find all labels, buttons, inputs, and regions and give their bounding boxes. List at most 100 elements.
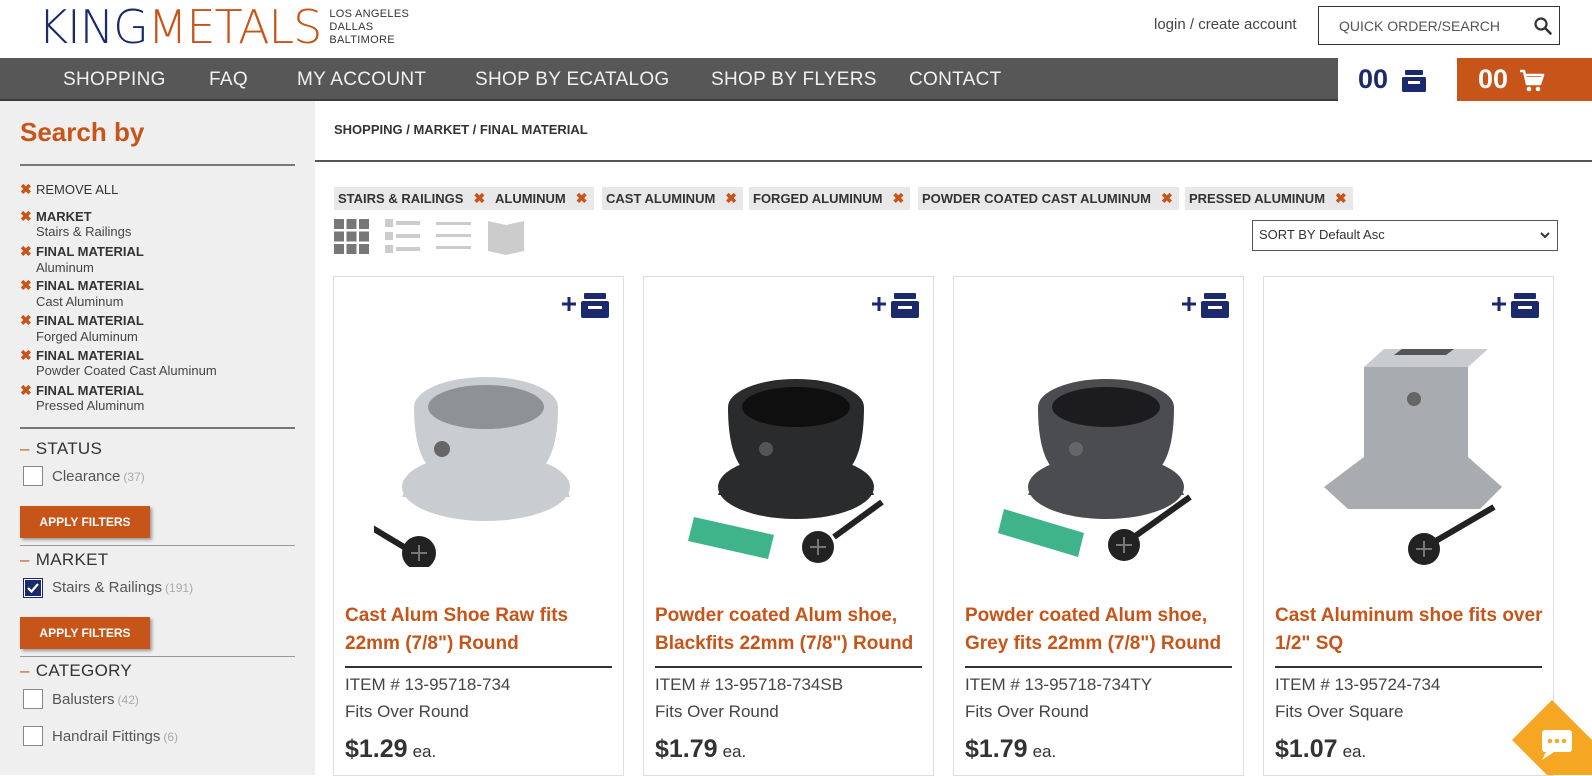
apply-filters-button[interactable]: APPLY FILTERS — [20, 617, 150, 649]
product-image[interactable] — [684, 337, 894, 567]
remove-all-link[interactable]: REMOVE ALL — [36, 182, 118, 197]
city: BALTIMORE — [329, 33, 395, 46]
cart-button[interactable]: 00 — [1457, 58, 1592, 101]
balusters-option[interactable]: Balusters (42) — [52, 691, 139, 708]
stairs-railings-checkbox[interactable] — [23, 578, 43, 598]
filter-chip: ALUMINUM ✖ — [491, 187, 594, 210]
grid-view-icon[interactable] — [334, 219, 369, 254]
chip-remove-icon[interactable]: ✖ — [893, 190, 905, 207]
logo[interactable]: KING METALS LOS ANGELES DALLAS BALTIMORE — [38, 2, 409, 52]
login-link[interactable]: login / create account — [1154, 16, 1297, 33]
chip-remove-icon[interactable]: ✖ — [1335, 190, 1347, 207]
divider — [965, 666, 1232, 668]
option-count: (37) — [123, 470, 145, 484]
shoe-opening — [1052, 387, 1160, 427]
balusters-checkbox[interactable] — [23, 689, 43, 709]
filter-chip: PRESSED ALUMINUM ✖ — [1185, 187, 1353, 210]
divider — [20, 656, 295, 657]
product-price: $1.29 ea. — [345, 735, 436, 764]
nav-shop-by-ecatalog[interactable]: SHOP BY ECATALOG — [475, 69, 670, 91]
nav-my-account[interactable]: MY ACCOUNT — [297, 69, 426, 91]
chip-remove-icon[interactable]: ✖ — [725, 190, 737, 207]
logo-cities: LOS ANGELES DALLAS BALTIMORE — [329, 8, 409, 47]
filter-value: Forged Aluminum — [36, 329, 138, 344]
catalog-view-icon[interactable] — [488, 219, 524, 255]
product-card[interactable]: Powder coated Alum shoe, Grey fits 22mm … — [953, 276, 1244, 776]
product-name[interactable]: Cast Aluminum shoe fits over 1/2" SQ — [1275, 602, 1550, 658]
product-card[interactable]: Powder coated Alum shoe, Blackfits 22mm … — [643, 276, 934, 776]
search-icon[interactable] — [1533, 16, 1553, 36]
chat-widget-button[interactable] — [1512, 700, 1592, 775]
handrail-fittings-checkbox[interactable] — [23, 726, 43, 746]
product-image[interactable] — [374, 337, 584, 567]
option-label: Clearance — [52, 468, 121, 485]
option-count: (191) — [165, 581, 194, 595]
product-sku: ITEM # 13-95724-734 — [1275, 675, 1441, 694]
handrail-fittings-option[interactable]: Handrail Fittings (6) — [52, 728, 178, 745]
quote-box-icon — [1402, 70, 1426, 92]
compact-list-icon[interactable] — [436, 219, 471, 254]
product-name[interactable]: Powder coated Alum shoe, Grey fits 22mm … — [965, 602, 1240, 658]
chip-remove-icon[interactable]: ✖ — [576, 190, 588, 207]
remove-filter-icon[interactable]: ✖ — [20, 312, 32, 329]
product-desc: Fits Over Round — [345, 702, 469, 721]
breadcrumb: SHOPPING / MARKET / FINAL MATERIAL — [334, 122, 588, 137]
chip-label: PRESSED ALUMINUM — [1189, 191, 1326, 206]
product-name[interactable]: Cast Alum Shoe Raw fits 22mm (7/8") Roun… — [345, 602, 620, 658]
product-image[interactable] — [1304, 337, 1514, 567]
add-to-quote-button[interactable] — [1491, 291, 1541, 324]
divider — [20, 427, 295, 429]
remove-filter-icon[interactable]: ✖ — [20, 382, 32, 399]
chip-remove-icon[interactable]: ✖ — [473, 190, 485, 207]
shoe-opening — [1394, 349, 1454, 355]
price-value: $1.07 — [1275, 735, 1338, 763]
product-desc: Fits Over Square — [1275, 702, 1404, 721]
add-to-quote-button[interactable] — [1181, 291, 1231, 324]
stairs-railings-option[interactable]: Stairs & Railings (191) — [52, 579, 193, 596]
chip-label: ALUMINUM — [495, 191, 566, 206]
filter-chip: STAIRS & RAILINGS ✖ — [334, 187, 492, 210]
divider — [20, 545, 295, 546]
remove-filter-icon[interactable]: ✖ — [20, 208, 32, 225]
add-to-quote-button[interactable] — [561, 291, 611, 324]
sort-label: SORT BY Default Asc — [1259, 227, 1385, 242]
divider — [1275, 666, 1542, 668]
remove-filter-icon[interactable]: ✖ — [20, 347, 32, 364]
divider — [655, 666, 922, 668]
search-input[interactable] — [1327, 11, 1527, 40]
price-unit: ea. — [1342, 742, 1367, 761]
price-value: $1.79 — [655, 735, 718, 763]
filter-chip: FORGED ALUMINUM ✖ — [749, 187, 911, 210]
clearance-option[interactable]: Clearance (37) — [52, 468, 145, 485]
product-desc: Fits Over Round — [965, 702, 1089, 721]
product-card[interactable]: Cast Alum Shoe Raw fits 22mm (7/8") Roun… — [333, 276, 624, 776]
apply-filters-button[interactable]: APPLY FILTERS — [20, 506, 150, 538]
nav-shopping[interactable]: SHOPPING — [63, 69, 166, 91]
nav-shop-by-flyers[interactable]: SHOP BY FLYERS — [711, 69, 877, 91]
chip-remove-icon[interactable]: ✖ — [1161, 190, 1173, 207]
chip-label: CAST ALUMINUM — [606, 191, 716, 206]
status-title: STATUS — [35, 439, 103, 458]
product-image[interactable] — [994, 337, 1204, 567]
sort-select[interactable]: SORT BY Default Asc — [1252, 220, 1558, 251]
nav-contact[interactable]: CONTACT — [909, 69, 1002, 91]
remove-all-icon[interactable]: ✖ — [20, 181, 32, 198]
nav-faq[interactable]: FAQ — [209, 69, 248, 91]
chevron-down-icon — [1540, 232, 1550, 239]
option-label: Handrail Fittings — [52, 728, 161, 745]
status-section-toggle[interactable]: – STATUS — [20, 439, 102, 459]
price-unit: ea. — [412, 742, 437, 761]
add-to-quote-button[interactable] — [871, 291, 921, 324]
remove-filter-icon[interactable]: ✖ — [20, 243, 32, 260]
price-unit: ea. — [722, 742, 747, 761]
list-view-icon[interactable] — [385, 219, 420, 254]
category-section-toggle[interactable]: – CATEGORY — [20, 661, 132, 681]
quote-box-button[interactable]: 00 — [1338, 58, 1457, 101]
product-card[interactable]: Cast Aluminum shoe fits over 1/2" SQ ITE… — [1263, 276, 1554, 776]
checkmark-icon — [25, 580, 41, 596]
clearance-checkbox[interactable] — [23, 466, 43, 486]
remove-filter-icon[interactable]: ✖ — [20, 277, 32, 294]
product-name[interactable]: Powder coated Alum shoe, Blackfits 22mm … — [655, 602, 930, 658]
market-section-toggle[interactable]: – MARKET — [20, 550, 108, 570]
filter-chip: CAST ALUMINUM ✖ — [602, 187, 744, 210]
